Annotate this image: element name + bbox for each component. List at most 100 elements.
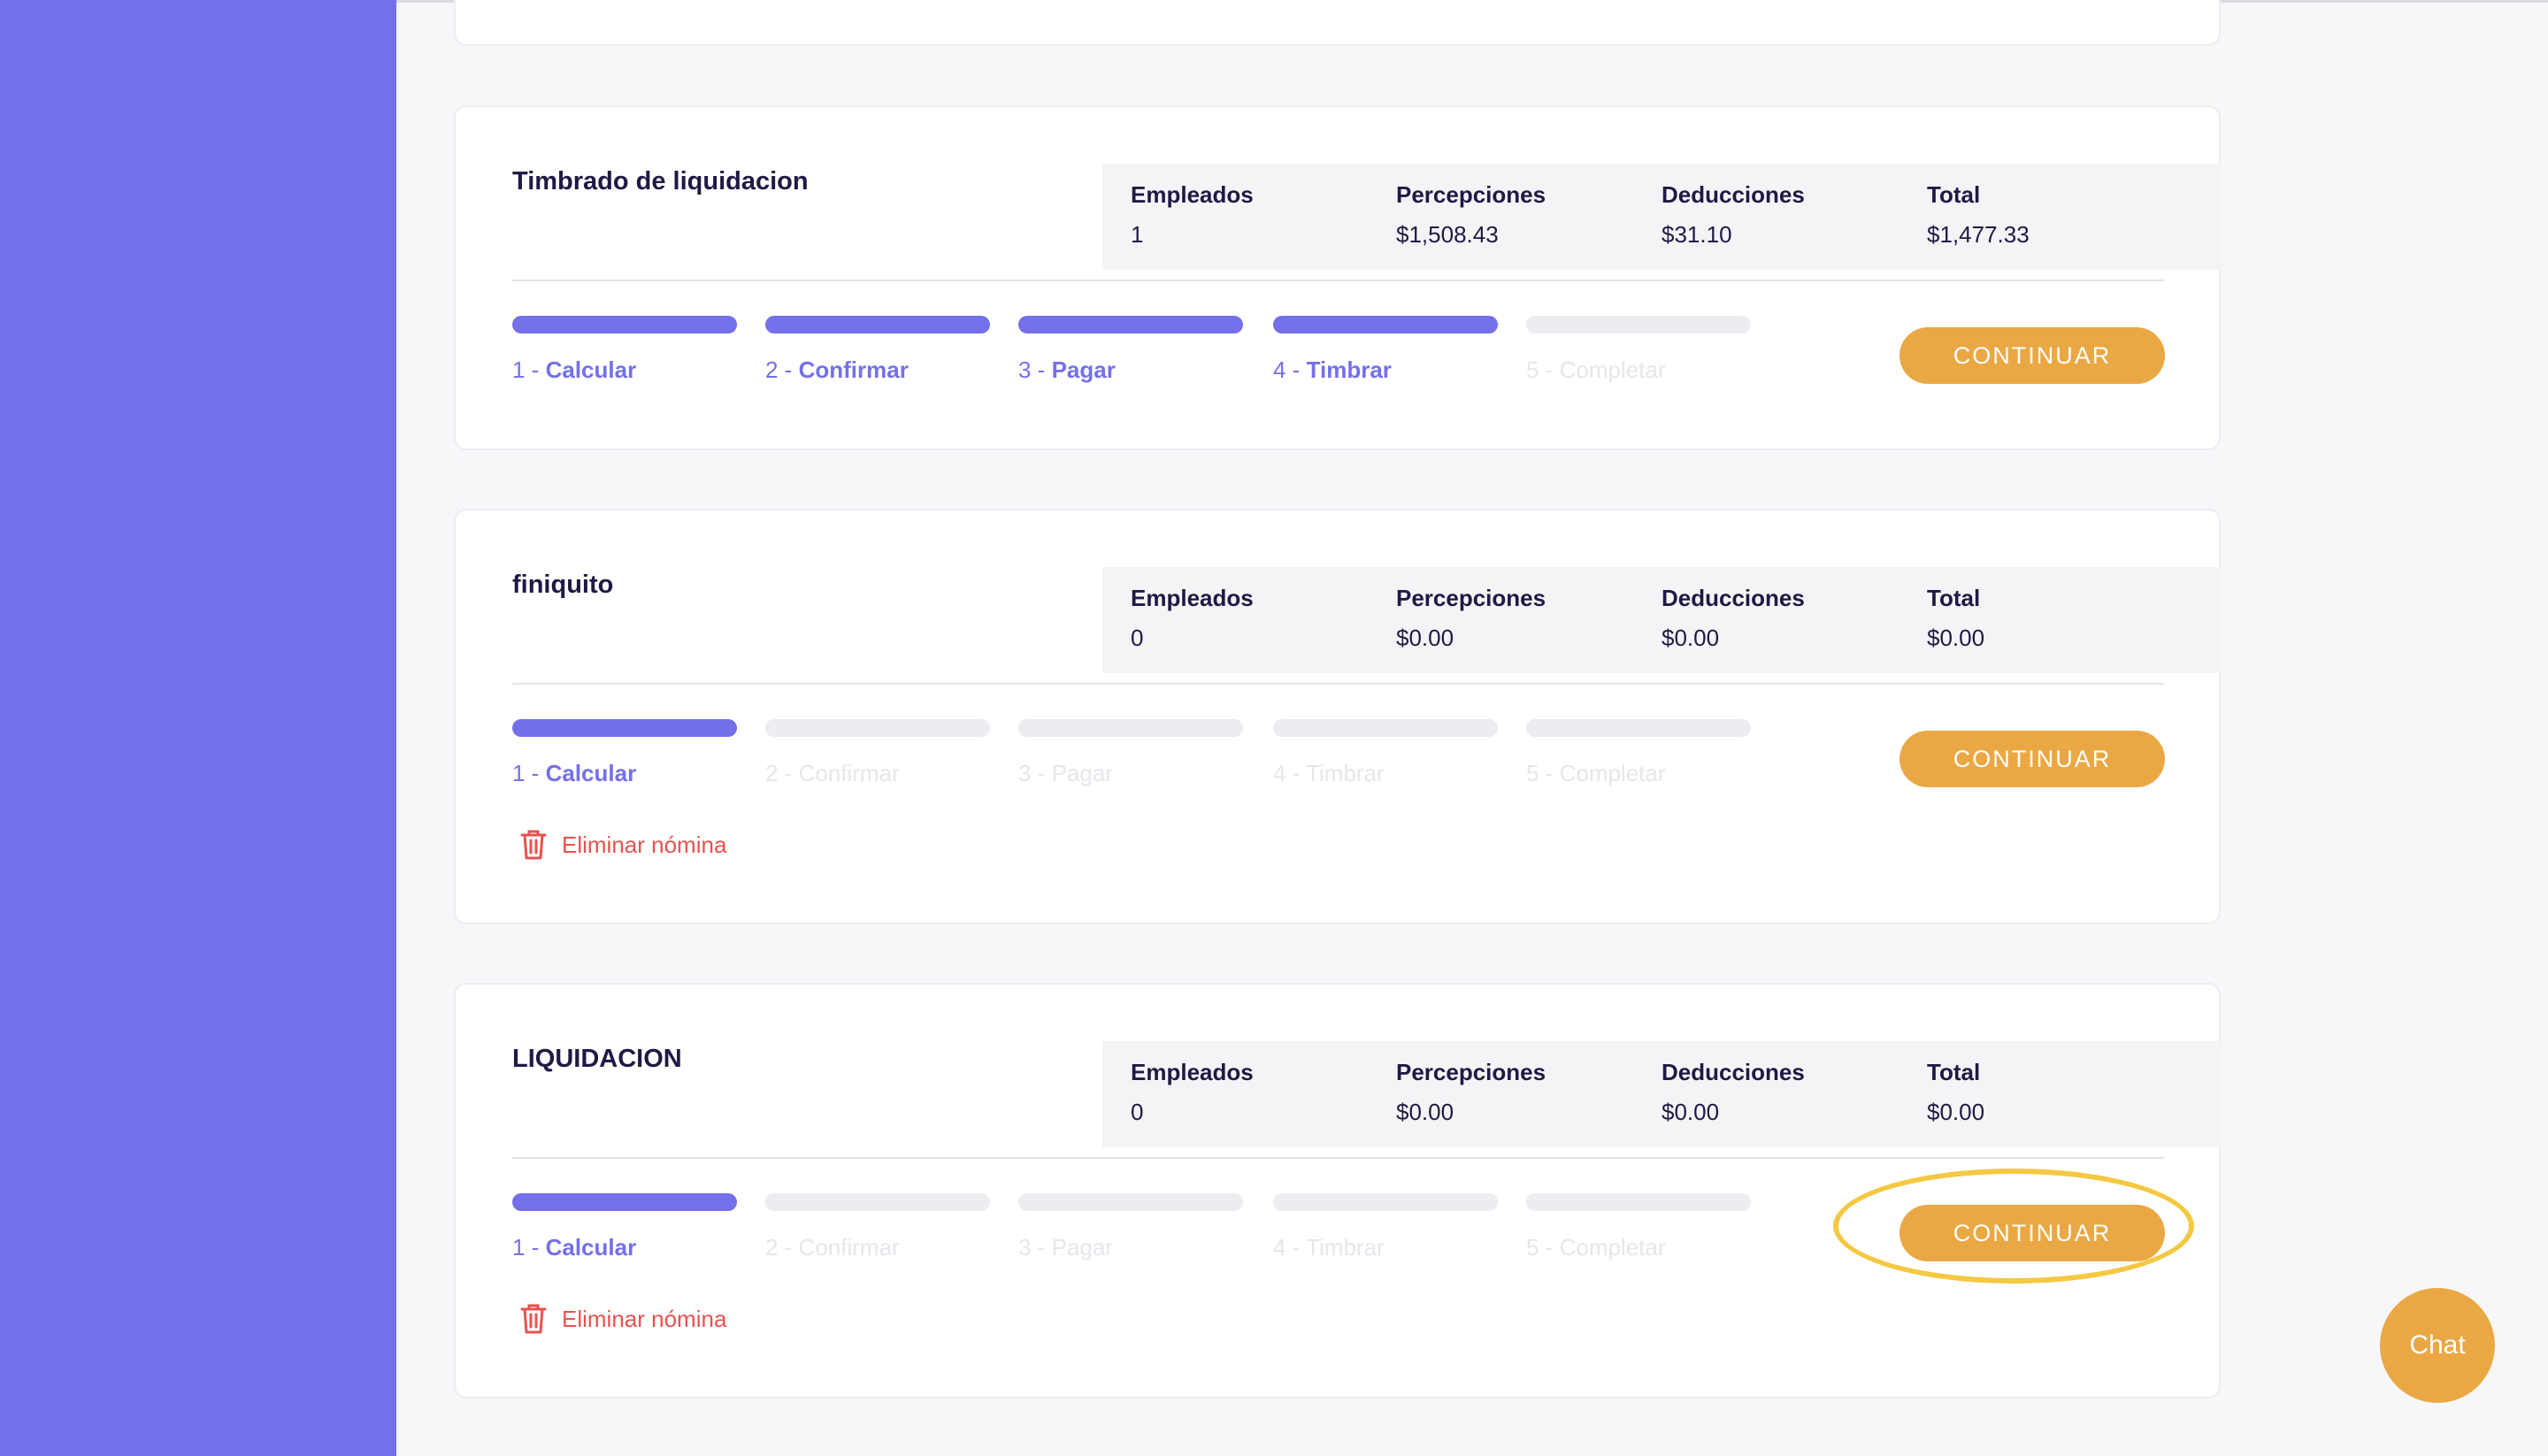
summary-value: $0.00	[1927, 625, 1985, 651]
summary-label: Empleados	[1131, 181, 1254, 208]
summary-total: Total $0.00	[1927, 585, 1984, 652]
step-label: 1 - Calcular	[512, 760, 737, 787]
step-number: 2 -	[765, 356, 799, 383]
summary-employees: Empleados 0	[1131, 1059, 1254, 1126]
step-number: 5 -	[1526, 356, 1560, 383]
step-name: Confirmar	[798, 356, 909, 383]
payroll-title: Timbrado de liquidacion	[512, 167, 809, 195]
step-progress-bar	[1018, 719, 1243, 737]
step-number: 4 -	[1273, 760, 1307, 786]
step-progress-bar	[512, 719, 737, 737]
summary-perceptions: Percepciones $0.00	[1396, 1059, 1546, 1126]
step-number: 3 -	[1018, 356, 1052, 383]
divider	[512, 280, 2164, 281]
summary-deductions: Deducciones $0.00	[1662, 585, 1805, 652]
step-name: Confirmar	[798, 760, 900, 786]
step-label: 1 - Calcular	[512, 1234, 737, 1261]
chat-button[interactable]: Chat	[2380, 1288, 2495, 1403]
step-number: 1 -	[512, 1234, 546, 1261]
payroll-card-previous	[454, 0, 2221, 46]
summary-label: Deducciones	[1662, 585, 1805, 611]
payroll-summary: Empleados 1 Percepciones $1,508.43 Deduc…	[1102, 164, 2221, 270]
step-progress-bar	[1018, 1193, 1243, 1211]
summary-value: 1	[1131, 221, 1144, 248]
step-confirmar: 2 - Confirmar	[765, 1193, 990, 1261]
delete-label: Eliminar nómina	[562, 1305, 727, 1332]
step-number: 4 -	[1273, 1234, 1307, 1261]
step-confirmar: 2 - Confirmar	[765, 719, 990, 787]
step-number: 4 -	[1273, 356, 1307, 383]
step-pagar: 3 - Pagar	[1018, 719, 1243, 787]
summary-total: Total $1,477.33	[1927, 181, 2030, 249]
payroll-card: finiquito Empleados 0 Percepciones $0.00…	[454, 509, 2221, 924]
step-name: Confirmar	[798, 1234, 900, 1261]
summary-value: $0.00	[1396, 1099, 1454, 1125]
continue-button[interactable]: CONTINUAR	[1899, 731, 2165, 787]
step-name: Completar	[1559, 356, 1666, 383]
step-calcular: 1 - Calcular	[512, 719, 737, 787]
summary-perceptions: Percepciones $1,508.43	[1396, 181, 1546, 249]
step-completar: 5 - Completar	[1526, 316, 1751, 384]
summary-label: Percepciones	[1396, 585, 1546, 611]
payroll-title: finiquito	[512, 571, 614, 599]
trash-icon	[520, 830, 547, 860]
continue-button[interactable]: CONTINUAR	[1899, 327, 2165, 384]
step-pagar: 3 - Pagar	[1018, 316, 1243, 384]
step-name: Calcular	[545, 356, 637, 383]
summary-value: $0.00	[1396, 625, 1454, 651]
step-number: 1 -	[512, 760, 546, 786]
summary-employees: Empleados 1	[1131, 181, 1254, 249]
step-completar: 5 - Completar	[1526, 719, 1751, 787]
summary-label: Total	[1927, 1059, 1981, 1085]
summary-value: 0	[1131, 625, 1144, 651]
summary-deductions: Deducciones $0.00	[1662, 1059, 1805, 1126]
summary-label: Empleados	[1131, 1059, 1254, 1085]
step-progress-bar	[765, 316, 990, 333]
summary-total: Total $0.00	[1927, 1059, 1984, 1126]
step-progress-bar	[1273, 1193, 1498, 1211]
summary-employees: Empleados 0	[1131, 585, 1254, 652]
delete-payroll-link[interactable]: Eliminar nómina	[519, 1303, 726, 1335]
step-label: 2 - Confirmar	[765, 760, 990, 787]
summary-value: $1,508.43	[1396, 221, 1499, 248]
summary-label: Percepciones	[1396, 181, 1546, 208]
payroll-title: LIQUIDACION	[512, 1045, 682, 1073]
step-progress-bar	[1273, 719, 1498, 737]
step-pagar: 3 - Pagar	[1018, 1193, 1243, 1261]
step-progress-bar	[1526, 316, 1751, 333]
step-progress-bar	[512, 1193, 737, 1211]
step-completar: 5 - Completar	[1526, 1193, 1751, 1261]
summary-perceptions: Percepciones $0.00	[1396, 585, 1546, 652]
step-label: 3 - Pagar	[1018, 760, 1243, 787]
step-label: 1 - Calcular	[512, 356, 737, 384]
summary-value: 0	[1131, 1099, 1144, 1125]
step-label: 4 - Timbrar	[1273, 356, 1498, 384]
divider	[512, 683, 2164, 685]
sidebar	[0, 0, 396, 1456]
step-label: 5 - Completar	[1526, 356, 1751, 384]
summary-label: Total	[1927, 585, 1981, 611]
step-progress-bar	[1526, 719, 1751, 737]
step-number: 3 -	[1018, 1234, 1052, 1261]
step-progress-bar	[1018, 316, 1243, 333]
step-number: 5 -	[1526, 760, 1560, 786]
trash-icon	[520, 1304, 547, 1334]
delete-payroll-link[interactable]: Eliminar nómina	[519, 829, 726, 861]
payroll-card: Timbrado de liquidacion Empleados 1 Perc…	[454, 105, 2221, 450]
step-name: Timbrar	[1306, 1234, 1385, 1261]
payroll-summary: Empleados 0 Percepciones $0.00 Deduccion…	[1102, 1041, 2221, 1147]
step-name: Timbrar	[1306, 356, 1392, 383]
step-progress-bar	[512, 316, 737, 333]
step-calcular: 1 - Calcular	[512, 1193, 737, 1261]
summary-value: $0.00	[1662, 1099, 1720, 1125]
step-timbrar: 4 - Timbrar	[1273, 719, 1498, 787]
step-name: Pagar	[1051, 760, 1113, 786]
delete-label: Eliminar nómina	[562, 831, 727, 858]
step-label: 5 - Completar	[1526, 760, 1751, 787]
highlight-annotation	[1833, 1169, 2194, 1284]
step-name: Calcular	[545, 760, 637, 786]
step-name: Completar	[1559, 760, 1666, 786]
step-number: 5 -	[1526, 1234, 1560, 1261]
step-timbrar: 4 - Timbrar	[1273, 1193, 1498, 1261]
step-number: 1 -	[512, 356, 546, 383]
